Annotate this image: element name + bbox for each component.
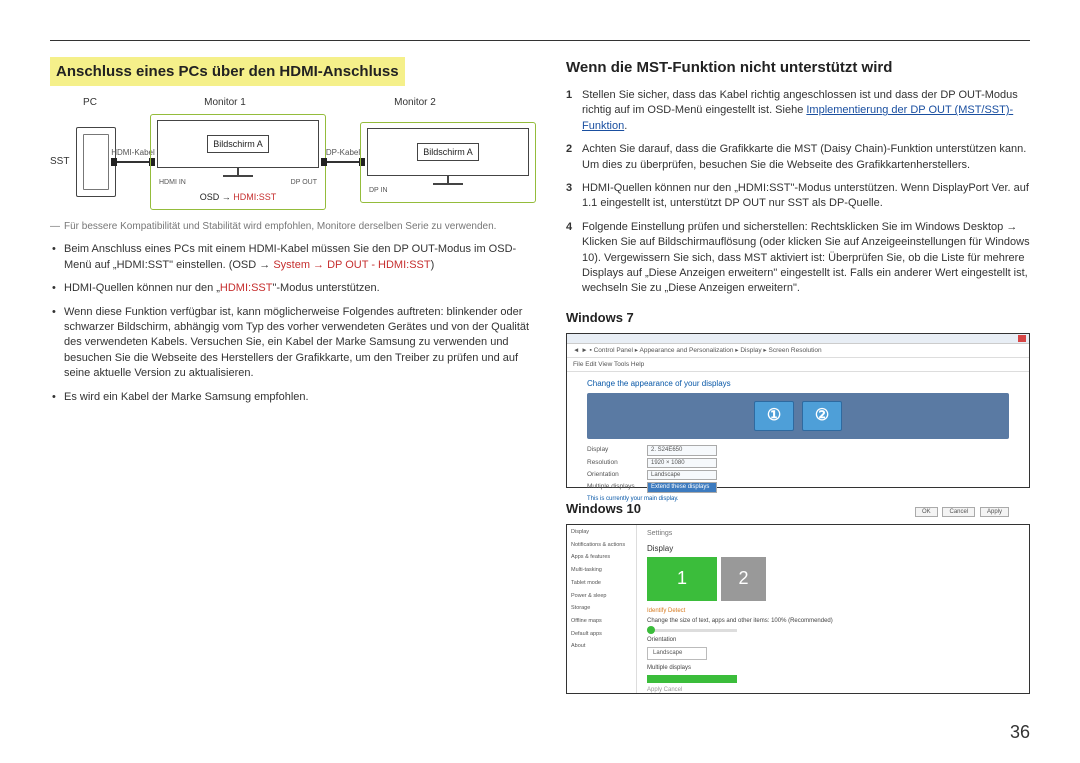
pc-icon bbox=[76, 127, 116, 197]
list-item: 1Stellen Sie sicher, dass das Kabel rich… bbox=[566, 88, 1030, 134]
windows7-screenshot: ◄ ► ▪ Control Panel ▸ Appearance and Per… bbox=[566, 333, 1030, 488]
extend-displays-selection bbox=[647, 675, 737, 683]
numbered-list-right: 1Stellen Sie sicher, dass das Kabel rich… bbox=[566, 88, 1030, 297]
multi-display-selection: Extend these displays bbox=[647, 482, 717, 492]
monitor2-box: Bildschirm A DP IN bbox=[360, 122, 536, 203]
list-item: Beim Anschluss eines PCs mit einem HDMI-… bbox=[64, 242, 536, 273]
heading-left: Anschluss eines PCs über den HDMI-Anschl… bbox=[50, 57, 405, 86]
close-icon bbox=[1018, 335, 1026, 342]
heading-right: Wenn die MST-Funktion nicht unterstützt … bbox=[566, 57, 1030, 78]
list-item: Wenn diese Funktion verfügbar ist, kann … bbox=[64, 305, 536, 382]
windows7-label: Windows 7 bbox=[566, 309, 1030, 327]
dp-cable-icon: DP-Kabel bbox=[326, 161, 360, 163]
list-item: 2Achten Sie darauf, dass die Grafikkarte… bbox=[566, 142, 1030, 173]
monitor-preview: 12 bbox=[647, 557, 1019, 601]
apply-button: Apply bbox=[980, 507, 1009, 517]
list-item: 3HDMI-Quellen können nur den „HDMI:SST"-… bbox=[566, 181, 1030, 212]
monitor-preview: ①② bbox=[587, 393, 1009, 439]
label-monitor1: Monitor 1 bbox=[130, 96, 320, 110]
page-number: 36 bbox=[1010, 720, 1030, 745]
connection-diagram: PC Monitor 1 Monitor 2 SST HDMI-Kabel Bi… bbox=[50, 96, 536, 210]
list-item: HDMI-Quellen können nur den „HDMI:SST"-M… bbox=[64, 281, 536, 296]
list-item: 4Folgende Einstellung prüfen und sichers… bbox=[566, 220, 1030, 297]
ok-button: OK bbox=[915, 507, 938, 517]
hdmi-cable-icon: HDMI-Kabel bbox=[116, 161, 150, 163]
monitor1-box: Bildschirm A HDMI INDP OUT OSD → HDMI:SS… bbox=[150, 114, 326, 210]
label-pc: PC bbox=[50, 96, 130, 110]
windows10-screenshot: Display Notifications & actions Apps & f… bbox=[566, 524, 1030, 694]
bullet-list-left: Beim Anschluss eines PCs mit einem HDMI-… bbox=[50, 242, 536, 405]
osd-note: OSD → HDMI:SST bbox=[157, 191, 319, 204]
cancel-button: Cancel bbox=[942, 507, 975, 517]
label-monitor2: Monitor 2 bbox=[320, 96, 510, 110]
footnote: ― Für bessere Kompatibilität und Stabili… bbox=[50, 220, 536, 234]
settings-sidebar: Display Notifications & actions Apps & f… bbox=[567, 525, 637, 693]
list-item: Es wird ein Kabel der Marke Samsung empf… bbox=[64, 390, 536, 405]
label-sst: SST bbox=[50, 155, 76, 169]
